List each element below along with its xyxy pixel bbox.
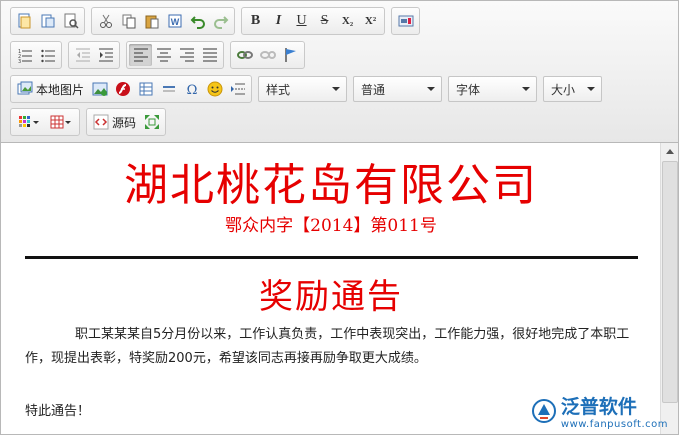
page-break-icon[interactable]	[226, 78, 249, 100]
insert-group: 本地图片 Ω	[10, 75, 253, 103]
table-grid-icon	[50, 115, 71, 129]
numbered-list-icon[interactable]: 123	[13, 44, 36, 66]
smiley-icon[interactable]	[203, 78, 226, 100]
scroll-up-icon[interactable]	[661, 143, 678, 159]
paste-icon[interactable]	[140, 10, 163, 32]
notice-body: 职工某某某自5分月份以来，工作认真负责，工作中表现突出，工作能力强，很好地完成了…	[25, 327, 630, 366]
local-image-button[interactable]: 本地图片	[13, 78, 88, 100]
preview-icon[interactable]	[59, 10, 82, 32]
link-group	[230, 41, 305, 69]
source-code-icon	[93, 114, 109, 130]
cut-icon[interactable]	[94, 10, 117, 32]
horizontal-rule-icon[interactable]	[157, 78, 180, 100]
templates-icon[interactable]	[36, 10, 59, 32]
file-group	[10, 7, 85, 35]
undo-icon[interactable]	[186, 10, 209, 32]
format-select[interactable]: 普通	[353, 76, 443, 102]
scroll-thumb[interactable]	[662, 161, 678, 403]
insert-image-icon[interactable]	[88, 78, 111, 100]
source-label: 源码	[112, 115, 137, 130]
notice-title: 奖励通告	[259, 277, 403, 317]
format-select-value: 普通	[361, 82, 386, 97]
strike-button[interactable]: S	[313, 10, 336, 32]
indent-group	[68, 41, 120, 69]
font-select[interactable]: 字体	[448, 76, 538, 102]
italic-button[interactable]: I	[267, 10, 290, 32]
maximize-icon[interactable]	[140, 111, 163, 133]
brand-logo-icon	[531, 399, 556, 423]
image-icon	[17, 81, 33, 95]
document-number: 鄂众内字【2014】第011号	[225, 216, 437, 236]
brand-name: 泛普软件	[560, 396, 637, 418]
underline-button[interactable]: U	[290, 10, 313, 32]
source-button[interactable]: 源码	[89, 111, 140, 133]
notice-closing: 特此通告！	[25, 404, 91, 419]
text-color-button[interactable]	[13, 111, 45, 133]
editor-content-area[interactable]: 湖北桃花岛有限公司 鄂众内字【2014】第011号 奖励通告 职工某某某自5分月…	[1, 143, 661, 434]
indent-icon[interactable]	[94, 44, 117, 66]
color-group	[10, 108, 80, 136]
brand-url: www.fanpusoft.com	[560, 419, 668, 430]
align-justify-icon[interactable]	[198, 44, 221, 66]
table-icon[interactable]	[134, 78, 157, 100]
chevron-down-icon	[522, 87, 531, 91]
style-select-value: 样式	[266, 82, 291, 97]
title-divider	[25, 256, 638, 259]
size-select-value: 大小	[551, 82, 576, 97]
special-char-icon[interactable]: Ω	[180, 78, 203, 100]
superscript-button[interactable]: X²	[359, 10, 382, 32]
brand-watermark: 泛普软件 www.fanpusoft.com	[531, 392, 668, 430]
company-title: 湖北桃花岛有限公司	[124, 160, 538, 211]
subscript-button[interactable]: X₂	[336, 10, 359, 32]
svg-text:W: W	[170, 17, 179, 27]
local-image-label: 本地图片	[36, 82, 85, 97]
source-group: 源码	[86, 108, 167, 136]
align-right-icon[interactable]	[175, 44, 198, 66]
outdent-icon[interactable]	[71, 44, 94, 66]
chevron-down-icon	[332, 87, 341, 91]
clipboard-group: W	[91, 7, 235, 35]
list-group: 123	[10, 41, 62, 69]
editor-toolbar: W B I U S X₂ X² 1 2 3 本地图片 Ω 样式 普通 字体 大小…	[1, 1, 678, 143]
font-select-value: 字体	[456, 82, 481, 97]
chevron-down-icon	[427, 87, 436, 91]
toolbar-row-2: 123	[10, 41, 311, 69]
style-select[interactable]: 样式	[258, 76, 348, 102]
bold-button[interactable]: B	[244, 10, 267, 32]
vertical-scrollbar[interactable]	[660, 143, 678, 434]
redo-icon[interactable]	[209, 10, 232, 32]
toolbar-row-4: 源码	[10, 108, 172, 136]
paste-word-icon[interactable]: W	[163, 10, 186, 32]
text-style-group: B I U S X₂ X²	[241, 7, 385, 35]
copy-icon[interactable]	[117, 10, 140, 32]
remove-format-group	[391, 7, 420, 35]
svg-text:3: 3	[18, 59, 21, 63]
flash-icon[interactable]	[111, 78, 134, 100]
bulleted-list-icon[interactable]	[36, 44, 59, 66]
align-center-icon[interactable]	[152, 44, 175, 66]
anchor-flag-icon[interactable]	[279, 44, 302, 66]
svg-text:Ω: Ω	[186, 83, 197, 97]
size-select[interactable]: 大小	[543, 76, 603, 102]
align-left-icon[interactable]	[129, 44, 152, 66]
toolbar-row-1: W B I U S X₂ X²	[10, 7, 426, 35]
color-grid-icon	[19, 116, 39, 127]
table-grid-button[interactable]	[45, 111, 77, 133]
chevron-down-icon	[587, 87, 596, 91]
new-document-icon[interactable]	[13, 10, 36, 32]
unlink-icon[interactable]	[256, 44, 279, 66]
align-group	[126, 41, 224, 69]
toolbar-row-3: 本地图片 Ω 样式 普通 字体 大小	[10, 75, 608, 103]
link-icon[interactable]	[233, 44, 256, 66]
remove-format-icon[interactable]	[394, 10, 417, 32]
rich-text-editor: W B I U S X₂ X² 1 2 3 本地图片 Ω 样式 普通 字体 大小…	[0, 0, 679, 435]
